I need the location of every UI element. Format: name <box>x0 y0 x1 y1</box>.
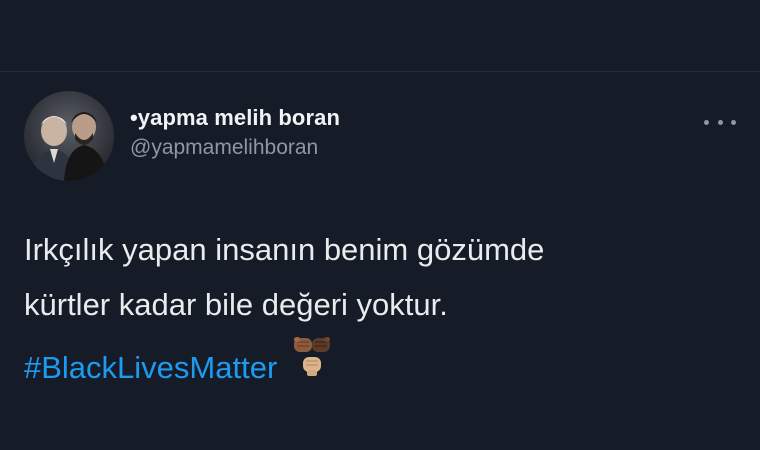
tweet-text-line: kürtler kadar bile değeri yoktur. <box>24 287 448 322</box>
hashtag-link[interactable]: #BlackLivesMatter <box>24 350 277 385</box>
more-options-icon[interactable] <box>704 112 736 132</box>
display-name[interactable]: •yapma melih boran <box>130 105 340 131</box>
tweet-text-line: Irkçılık yapan insanın benim gözümde <box>24 232 545 267</box>
hashtag-line: #BlackLivesMatter <box>24 332 544 395</box>
raised-fists-emoji <box>292 334 332 380</box>
dot <box>704 119 709 125</box>
raised-fist-medium-light-icon <box>302 357 321 376</box>
tweet-text: Irkçılık yapan insanın benim gözümde kür… <box>24 222 544 395</box>
dot <box>731 119 736 125</box>
avatar[interactable] <box>24 91 114 181</box>
dot <box>717 119 723 125</box>
tweet-card[interactable]: •yapma melih boran @yapmamelihboran Irkç… <box>0 72 760 450</box>
raised-fist-dark-icon <box>311 337 330 352</box>
author-info: •yapma melih boran @yapmamelihboran <box>130 105 340 161</box>
user-handle[interactable]: @yapmamelihboran <box>130 135 340 161</box>
